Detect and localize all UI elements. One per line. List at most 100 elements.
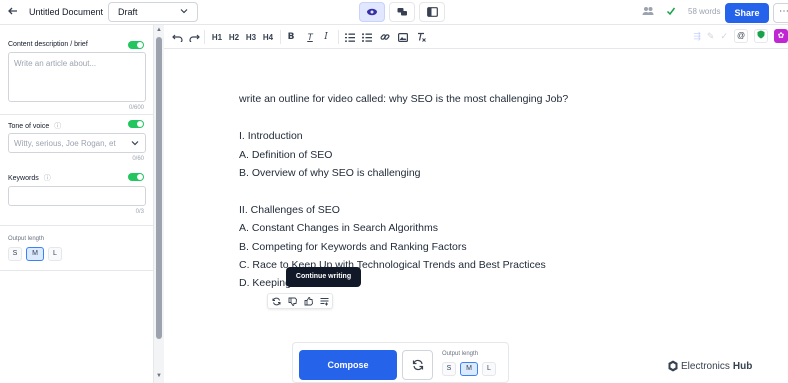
editor-line: write an outline for video called: why S…	[239, 93, 569, 105]
plugin-icon[interactable]: ✿	[774, 29, 788, 43]
divider	[0, 270, 154, 271]
editor-line: A. Constant Changes in Search Algorithms	[239, 222, 439, 234]
top-bar: Untitled Document Draft 58 words Share ⋯	[0, 0, 788, 25]
chevron-down-icon	[131, 139, 139, 149]
keywords-label: Keywords ⓘ	[8, 173, 51, 183]
size-m-button[interactable]: M	[26, 247, 44, 261]
check-icon[interactable]: ✓	[720, 31, 728, 42]
more-options-button[interactable]: ⋯	[773, 3, 788, 23]
view-toggle-group	[359, 2, 445, 22]
scroll-down-icon[interactable]: ▼	[156, 373, 162, 379]
suggestion-actions	[267, 293, 333, 309]
brand-name-a: Electronics	[681, 360, 730, 372]
scroll-up-icon[interactable]: ▲	[156, 27, 162, 33]
heading-1-button[interactable]: H1	[210, 29, 224, 45]
editor-line: D. Keeping	[239, 277, 291, 289]
divider	[0, 114, 154, 115]
tone-of-voice-toggle[interactable]	[128, 120, 144, 128]
heading-2-button[interactable]: H2	[227, 29, 241, 45]
content-description-textarea[interactable]: Write an article about...	[8, 52, 146, 102]
bold-icon[interactable]: B	[285, 29, 297, 45]
tone-of-voice-label: Tone of voice ⓘ	[8, 121, 61, 131]
size-s-button[interactable]: S	[8, 247, 22, 261]
size-l-button[interactable]: L	[48, 247, 62, 261]
info-icon: ⓘ	[43, 175, 51, 182]
ordered-list-icon[interactable]	[344, 29, 356, 45]
italic-icon[interactable]: I	[320, 29, 332, 45]
at-icon[interactable]: @	[734, 29, 748, 43]
chat-icon	[397, 8, 407, 16]
layout-view-button[interactable]	[419, 2, 445, 22]
undo-icon[interactable]	[171, 29, 183, 45]
text-style-icon[interactable]: T	[304, 29, 316, 45]
regenerate-button[interactable]	[402, 350, 433, 380]
eye-icon	[367, 8, 377, 16]
brand-logo-icon	[668, 360, 678, 372]
compose-button[interactable]: Compose	[299, 350, 397, 380]
arrows-icon[interactable]: ⇶	[693, 31, 701, 42]
heading-3-button[interactable]: H3	[244, 29, 258, 45]
redo-icon[interactable]	[188, 29, 200, 45]
tone-of-voice-counter: 0/60	[132, 156, 144, 162]
heading-4-button[interactable]: H4	[261, 29, 275, 45]
preview-view-button[interactable]	[359, 2, 385, 22]
status-value: Draft	[118, 7, 138, 17]
divider	[0, 225, 154, 226]
keywords-toggle[interactable]	[128, 173, 144, 181]
toolbar-divider	[280, 30, 281, 44]
back-arrow-icon[interactable]	[7, 5, 21, 19]
watermark-logo: Electronics Hub	[668, 360, 752, 372]
image-icon[interactable]	[397, 29, 409, 45]
brand-name-b: Hub	[732, 360, 753, 372]
output-length-label: Output length	[442, 351, 479, 357]
refresh-icon	[412, 359, 423, 371]
output-length-selector: S M L	[8, 247, 62, 261]
word-count-area: 58 words	[642, 6, 720, 16]
size-l-button[interactable]: L	[482, 362, 496, 376]
chat-view-button[interactable]	[389, 2, 415, 22]
content-description-label-text: Content description / brief	[8, 41, 88, 48]
bullet-list-icon[interactable]	[361, 29, 373, 45]
output-length-label: Output length	[8, 236, 45, 242]
sidebar-layout-icon	[426, 7, 438, 17]
word-count: 58 words	[688, 6, 721, 16]
pen-icon[interactable]: ✎	[707, 31, 715, 42]
continue-writing-tooltip: Continue writing	[286, 267, 361, 287]
thumbs-up-icon[interactable]	[300, 294, 316, 308]
checkmark-icon	[666, 7, 676, 16]
editor-line: B. Competing for Keywords and Ranking Fa…	[239, 241, 467, 253]
keywords-label-text: Keywords	[8, 175, 39, 182]
content-description-counter: 0/600	[128, 105, 144, 111]
settings-sidebar: Content description / brief Write an art…	[0, 25, 154, 383]
content-description-toggle[interactable]	[128, 41, 144, 49]
toolbar-divider	[338, 30, 339, 44]
link-icon[interactable]	[379, 29, 391, 45]
thumbs-down-icon[interactable]	[284, 294, 300, 308]
clear-format-icon[interactable]	[415, 29, 427, 45]
tone-of-voice-select[interactable]: Witty, serious, Joe Rogan, et	[8, 133, 146, 153]
info-icon: ⓘ	[54, 123, 62, 130]
regenerate-icon[interactable]	[268, 294, 284, 308]
shield-icon[interactable]	[754, 29, 768, 43]
insert-below-icon[interactable]	[316, 294, 332, 308]
size-s-button[interactable]: S	[442, 362, 456, 376]
document-title[interactable]: Untitled Document	[29, 7, 103, 17]
editor-line: B. Overview of why SEO is challenging	[239, 167, 421, 179]
share-button[interactable]: Share	[725, 3, 769, 23]
keywords-input[interactable]	[8, 186, 146, 206]
toolbar-divider	[204, 30, 205, 44]
compose-bar: Compose Output length S M L	[292, 342, 509, 383]
content-description-label: Content description / brief	[8, 41, 88, 48]
formatting-toolbar: H1 H2 H3 H4 B T I ⇶ ✎ ✓ @ ✿	[164, 25, 788, 49]
scroll-thumb[interactable]	[156, 37, 162, 339]
editor-line: II. Challenges of SEO	[239, 204, 340, 216]
users-icon[interactable]	[642, 6, 654, 16]
toolbar-right-group: ⇶ ✎ ✓ @ ✿	[693, 29, 788, 43]
output-length-selector: S M L	[442, 362, 496, 376]
editor-line: I. Introduction	[239, 130, 303, 142]
chevron-down-icon	[180, 7, 188, 17]
editor-line: C. Race to Keep Up with Technological Tr…	[239, 259, 546, 271]
size-m-button[interactable]: M	[460, 362, 478, 376]
status-dropdown[interactable]: Draft	[108, 2, 198, 22]
sidebar-scrollbar[interactable]: ▲ ▼	[154, 25, 164, 383]
